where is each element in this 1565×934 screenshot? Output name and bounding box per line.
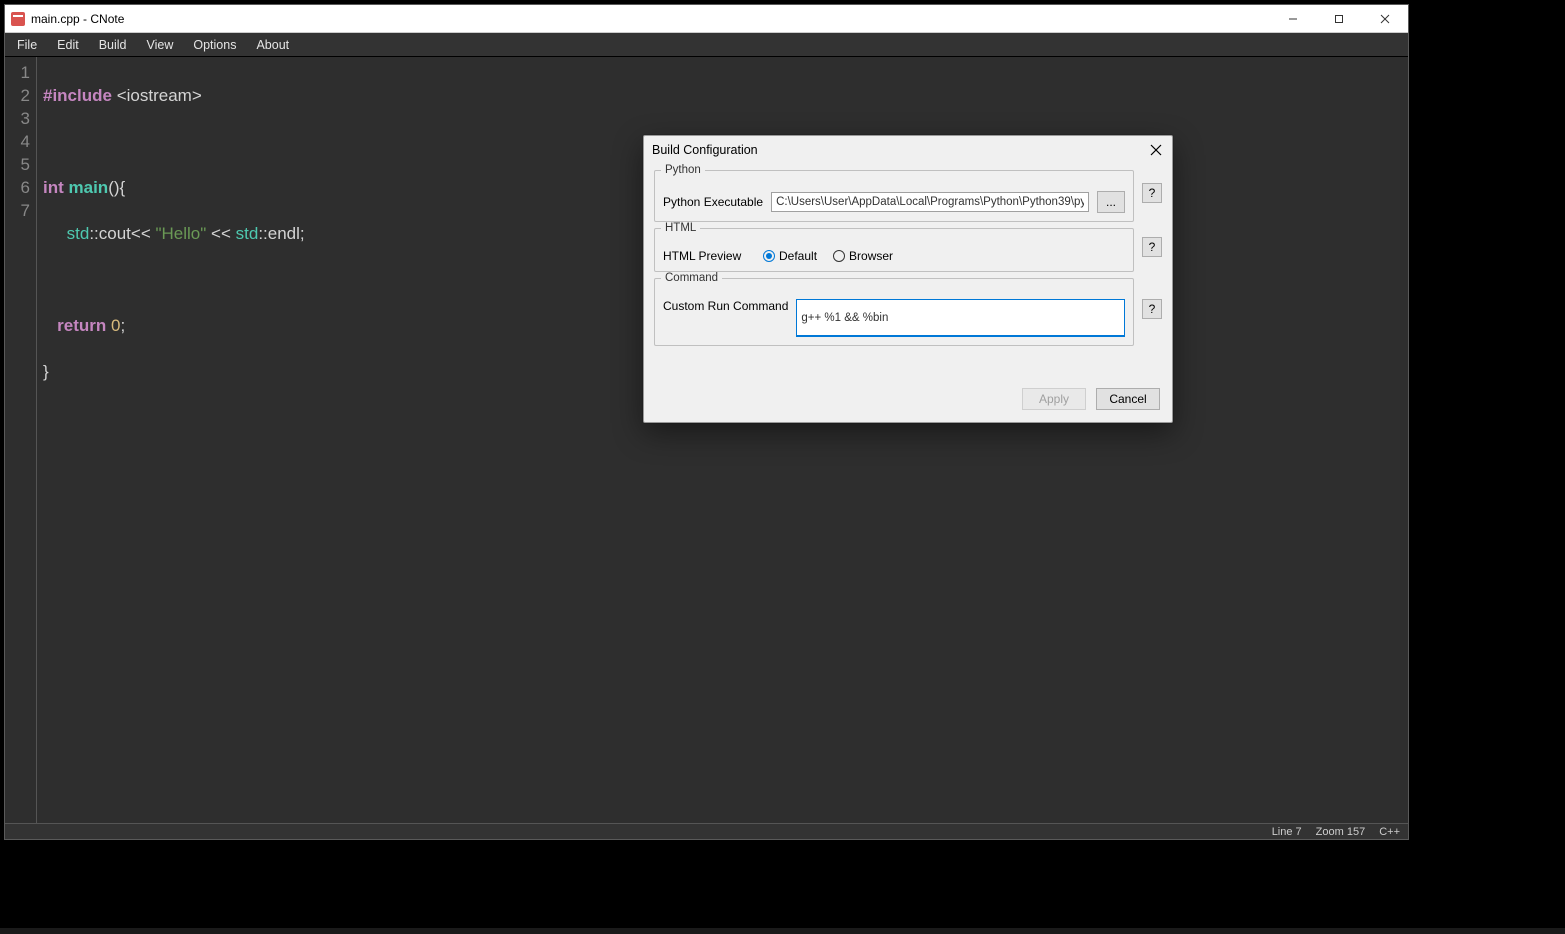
titlebar[interactable]: main.cpp - CNote xyxy=(5,5,1408,33)
close-button[interactable] xyxy=(1362,5,1408,32)
status-zoom: Zoom 157 xyxy=(1316,826,1366,838)
command-help-button[interactable]: ? xyxy=(1142,299,1162,319)
build-config-dialog: Build Configuration Python Python Execut… xyxy=(643,135,1173,423)
minimize-icon xyxy=(1288,14,1298,24)
group-html: HTML HTML Preview Default Browser xyxy=(654,228,1134,272)
dialog-close-button[interactable] xyxy=(1144,138,1168,162)
status-lang: C++ xyxy=(1379,826,1400,838)
window-controls xyxy=(1270,5,1408,32)
group-legend-command: Command xyxy=(661,272,722,284)
python-exe-label: Python Executable xyxy=(663,195,763,209)
radio-default-label: Default xyxy=(779,249,817,263)
python-help-button[interactable]: ? xyxy=(1142,183,1162,203)
group-command: Command Custom Run Command xyxy=(654,278,1134,346)
maximize-button[interactable] xyxy=(1316,5,1362,32)
line-number: 3 xyxy=(5,107,30,130)
custom-run-input[interactable] xyxy=(796,299,1125,337)
minimize-button[interactable] xyxy=(1270,5,1316,32)
line-number: 6 xyxy=(5,176,30,199)
group-python: Python Python Executable ... xyxy=(654,170,1134,222)
radio-default[interactable]: Default xyxy=(763,249,817,263)
close-icon xyxy=(1150,144,1162,156)
app-window: main.cpp - CNote File Edit Build View Op… xyxy=(4,4,1409,840)
custom-run-label: Custom Run Command xyxy=(663,299,788,313)
html-help-button[interactable]: ? xyxy=(1142,237,1162,257)
line-gutter: 1 2 3 4 5 6 7 xyxy=(5,57,37,823)
maximize-icon xyxy=(1334,14,1344,24)
radio-browser-label: Browser xyxy=(849,249,893,263)
group-legend-html: HTML xyxy=(661,222,700,234)
dialog-title: Build Configuration xyxy=(652,143,758,157)
python-exe-input[interactable] xyxy=(771,192,1089,212)
menu-file[interactable]: File xyxy=(9,35,47,55)
radio-browser[interactable]: Browser xyxy=(833,249,893,263)
line-number: 4 xyxy=(5,130,30,153)
menu-about[interactable]: About xyxy=(246,35,299,55)
menu-view[interactable]: View xyxy=(137,35,184,55)
line-number: 2 xyxy=(5,84,30,107)
dialog-titlebar[interactable]: Build Configuration xyxy=(644,136,1172,164)
window-title: main.cpp - CNote xyxy=(31,12,124,26)
statusbar: Line 7 Zoom 157 C++ xyxy=(5,823,1408,839)
radio-icon xyxy=(763,250,775,262)
line-number: 1 xyxy=(5,61,30,84)
radio-icon xyxy=(833,250,845,262)
python-browse-button[interactable]: ... xyxy=(1097,191,1125,213)
bottom-scrollbar[interactable] xyxy=(0,928,1565,934)
menu-edit[interactable]: Edit xyxy=(47,35,89,55)
menubar: File Edit Build View Options About xyxy=(5,33,1408,57)
cancel-button[interactable]: Cancel xyxy=(1096,388,1160,410)
app-icon xyxy=(11,12,25,26)
line-number: 5 xyxy=(5,153,30,176)
group-legend-python: Python xyxy=(661,164,705,176)
menu-options[interactable]: Options xyxy=(183,35,246,55)
close-icon xyxy=(1380,14,1390,24)
html-preview-label: HTML Preview xyxy=(663,249,747,263)
menu-build[interactable]: Build xyxy=(89,35,137,55)
status-line: Line 7 xyxy=(1272,826,1302,838)
apply-button[interactable]: Apply xyxy=(1022,388,1086,410)
line-number: 7 xyxy=(5,199,30,222)
